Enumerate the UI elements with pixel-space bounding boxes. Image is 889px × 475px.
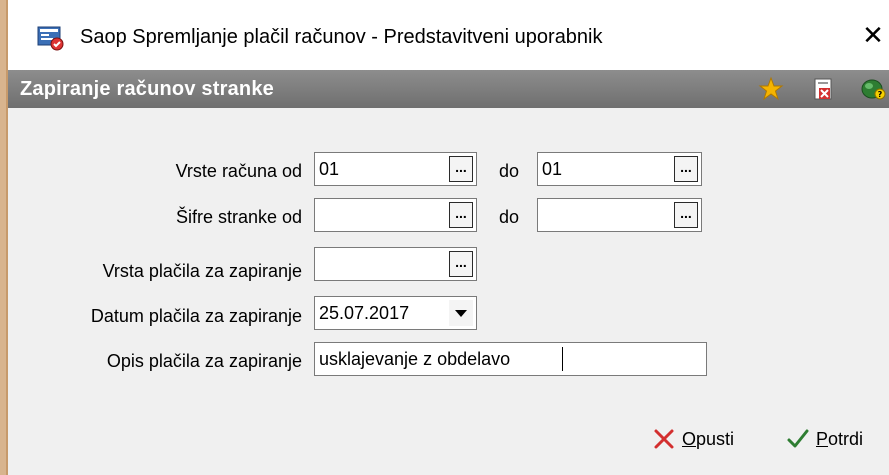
payment-date-value: 25.07.2017 <box>319 303 410 323</box>
checkmark-icon <box>787 429 809 448</box>
payment-description-value: usklajevanje z obdelavo <box>319 349 511 369</box>
payment-type-field[interactable]: ... <box>314 247 477 281</box>
invoice-type-from-field[interactable]: 01 ... <box>314 152 477 186</box>
confirm-button[interactable]: Potrdi <box>786 424 876 454</box>
customer-code-from-field[interactable]: ... <box>314 198 477 232</box>
payment-type-label: Vrsta plačila za zapiranje <box>102 261 302 281</box>
customer-code-to-browse-button[interactable]: ... <box>674 202 698 228</box>
cancel-button-label: Opusti <box>682 429 735 449</box>
chevron-down-icon <box>455 310 467 317</box>
star-icon[interactable] <box>758 76 784 102</box>
cross-icon <box>654 429 674 449</box>
customer-codes-to-label: do <box>499 207 520 227</box>
page-header: Zapiranje računov stranke ? <box>8 70 889 108</box>
payment-description-label: Opis plačila za zapiranje <box>106 351 302 371</box>
cancel-button[interactable]: Opusti <box>652 424 747 454</box>
invoice-types-to-label: do <box>499 161 520 181</box>
invoice-type-from-browse-button[interactable]: ... <box>449 156 473 182</box>
invoice-type-to-value: 01 <box>542 159 563 179</box>
payment-date-label: Datum plačila za zapiranje <box>90 306 302 326</box>
customer-codes-label: Šifre stranke od <box>175 207 302 227</box>
app-icon <box>37 26 64 51</box>
payment-date-field[interactable]: 25.07.2017 <box>314 296 477 330</box>
customer-code-to-field[interactable]: ... <box>537 198 702 232</box>
invoice-type-to-browse-button[interactable]: ... <box>674 156 698 182</box>
svg-text:?: ? <box>878 90 883 99</box>
customer-code-from-browse-button[interactable]: ... <box>449 202 473 228</box>
invoice-types-label: Vrste računa od <box>175 161 302 181</box>
help-icon[interactable]: ? <box>860 76 886 102</box>
document-delete-icon[interactable] <box>810 76 836 102</box>
close-icon: ✕ <box>862 20 884 50</box>
text-cursor <box>562 347 563 371</box>
app-window: Saop Spremljanje plačil računov - Predst… <box>0 0 889 475</box>
payment-date-dropdown-button[interactable] <box>449 300 473 326</box>
payment-type-browse-button[interactable]: ... <box>449 251 473 277</box>
payment-description-input[interactable]: usklajevanje z obdelavo <box>314 342 707 376</box>
confirm-button-label: Potrdi <box>816 429 864 449</box>
footer-bar <box>8 408 889 475</box>
invoice-type-from-value: 01 <box>319 159 340 179</box>
invoice-type-to-field[interactable]: 01 ... <box>537 152 702 186</box>
title-bar[interactable]: Saop Spremljanje plačil računov - Predst… <box>8 0 889 70</box>
close-button[interactable]: ✕ <box>856 18 889 52</box>
window-title: Saop Spremljanje plačil računov - Predst… <box>80 26 603 48</box>
page-title: Zapiranje računov stranke <box>20 78 274 100</box>
